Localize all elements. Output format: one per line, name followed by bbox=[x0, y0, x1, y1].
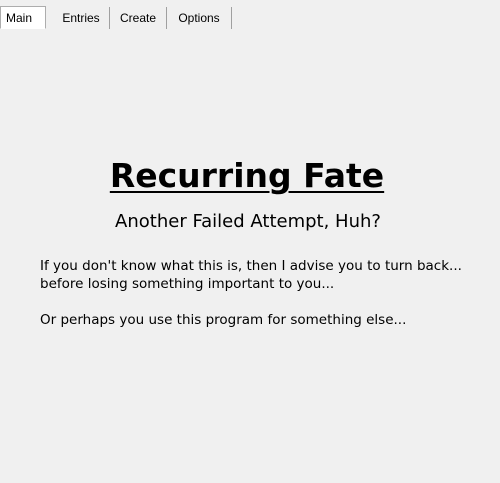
tab-entries[interactable]: Entries bbox=[53, 7, 110, 29]
page-subtitle: Another Failed Attempt, Huh? bbox=[115, 211, 381, 232]
tab-bar: Main Entries Create Options bbox=[0, 6, 500, 30]
page-title: Recurring Fate bbox=[109, 156, 385, 195]
alternate-use-text: Or perhaps you use this program for some… bbox=[40, 312, 407, 328]
tab-options[interactable]: Options bbox=[167, 7, 232, 29]
warning-text-line-1: If you don't know what this is, then I a… bbox=[40, 258, 462, 274]
tab-main[interactable]: Main bbox=[0, 6, 46, 29]
warning-text-line-2: before losing something important to you… bbox=[40, 276, 335, 292]
tab-create[interactable]: Create bbox=[110, 7, 167, 29]
